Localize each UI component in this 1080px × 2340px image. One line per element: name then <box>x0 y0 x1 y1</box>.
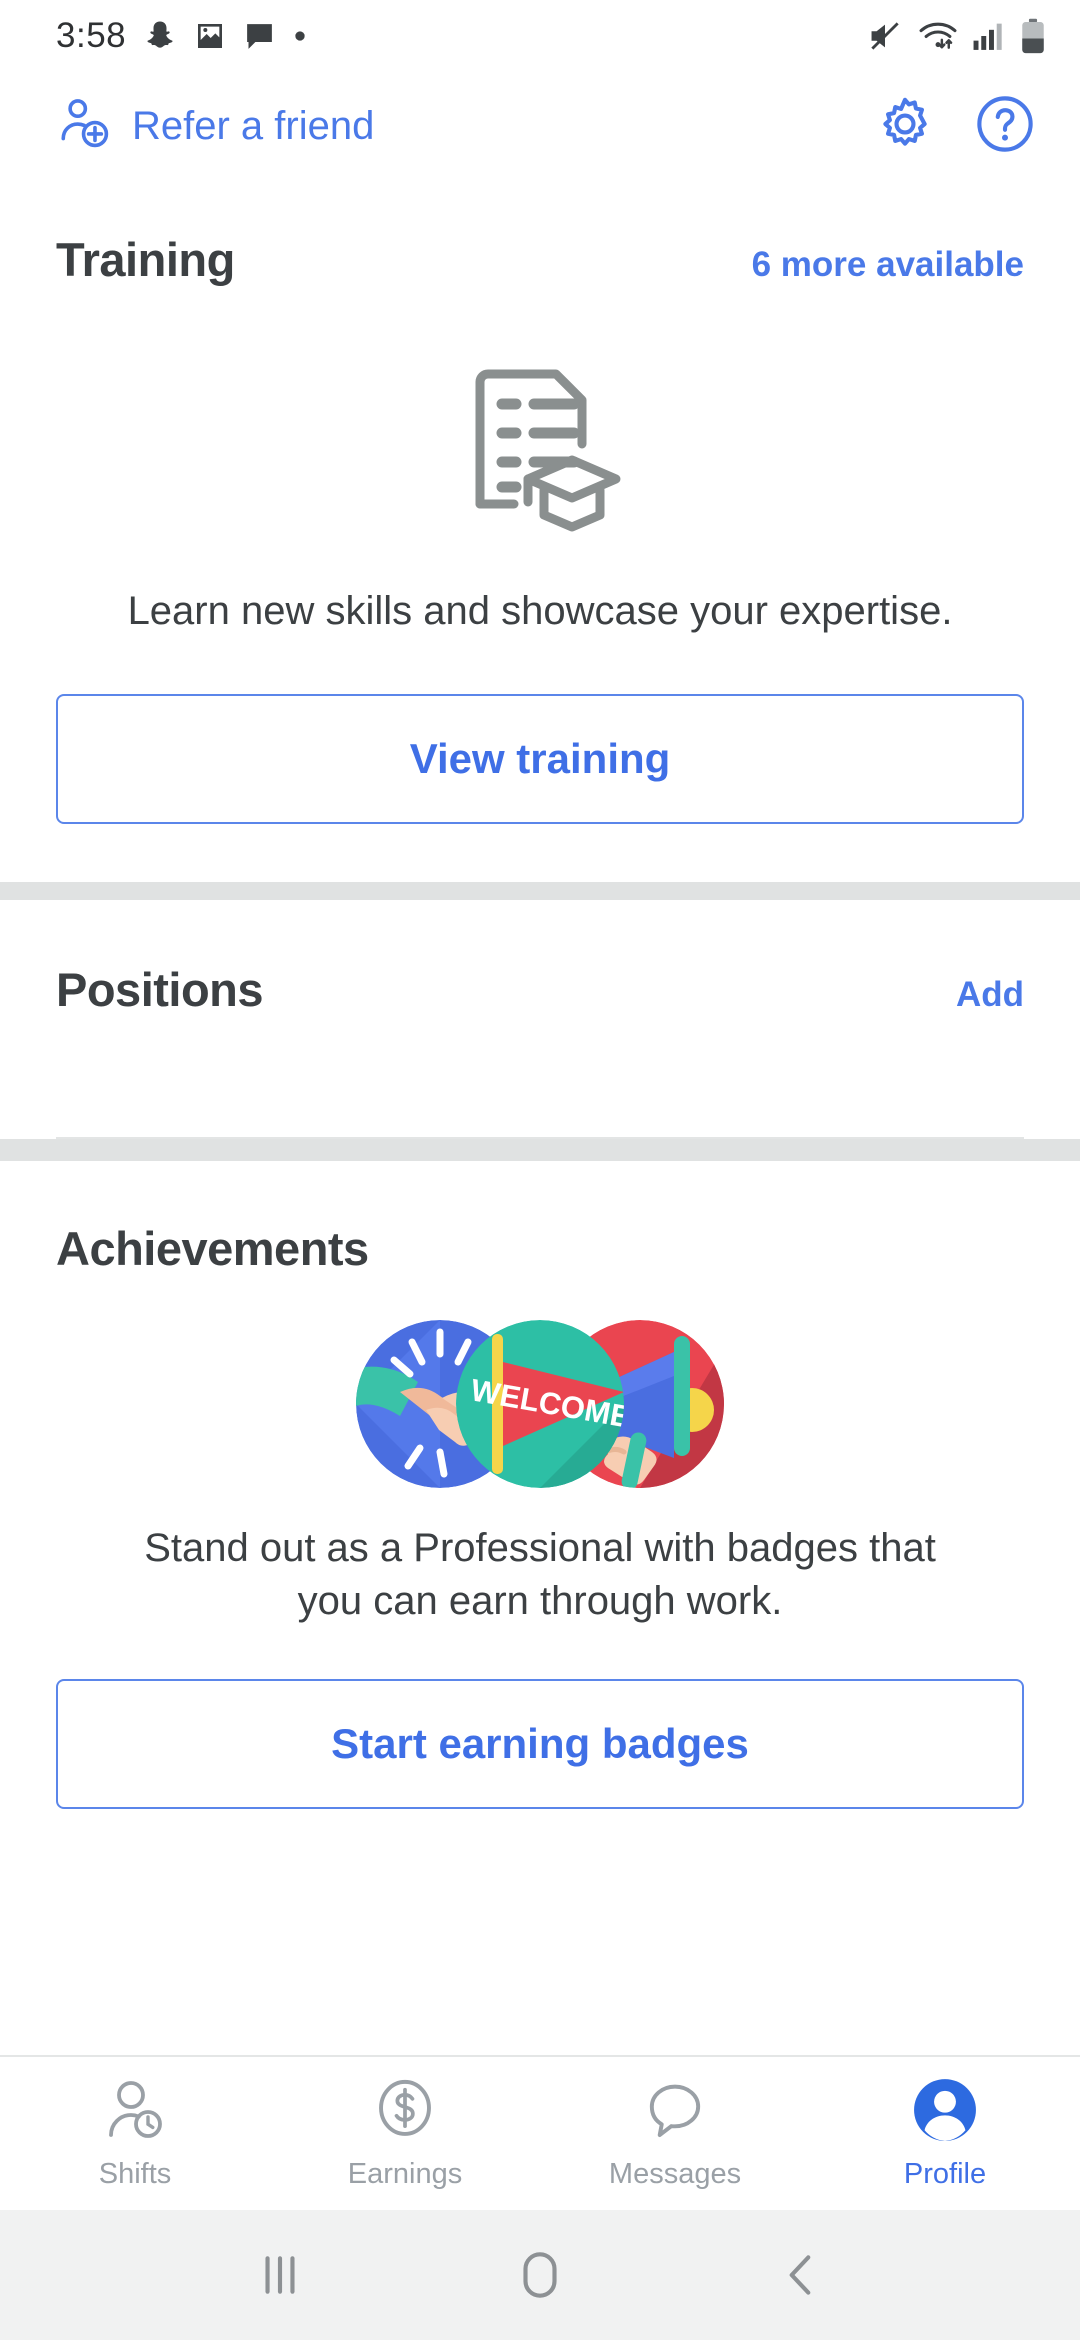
section-divider-training-positions <box>0 881 1080 900</box>
dollar-circle-icon <box>376 2076 434 2144</box>
achievements-header: Achievements <box>0 1161 1080 1276</box>
gear-icon[interactable] <box>874 93 936 160</box>
tab-earnings-label: Earnings <box>347 2158 463 2190</box>
badges-handshake-welcome-megaphone-icon: WELCOME <box>356 1319 724 1488</box>
achievements-description-line2: you can earn through work. <box>297 1578 783 1623</box>
app-screen: 3:58 Refer a friend Training 6 more avai… <box>0 0 1080 2340</box>
view-training-button[interactable]: View training <box>56 693 1024 824</box>
training-title: Training <box>56 233 235 286</box>
app-header: Refer a friend <box>0 72 1080 180</box>
status-bar: 3:58 <box>0 0 1080 72</box>
tab-shifts[interactable]: Shifts <box>0 2057 270 2210</box>
home-icon[interactable] <box>485 2220 595 2330</box>
training-bottom-spacer <box>0 824 1080 882</box>
positions-header: Positions Add <box>0 900 1080 1017</box>
achievements-title: Achievements <box>56 1221 369 1275</box>
dot-icon <box>293 29 307 43</box>
chat-bubble-icon <box>646 2076 704 2144</box>
achievements-description: Stand out as a Professional with badges … <box>0 1522 1080 1628</box>
positions-title: Positions <box>56 962 264 1016</box>
content-flex-spacer <box>0 1809 1080 2055</box>
training-description: Learn new skills and showcase your exper… <box>127 589 953 633</box>
photo-icon <box>194 20 226 52</box>
wifi-icon <box>918 18 958 54</box>
battery-icon <box>1020 18 1046 54</box>
snapchat-icon <box>143 19 177 53</box>
mute-icon <box>866 17 904 55</box>
positions-add-link[interactable]: Add <box>956 975 1024 1015</box>
section-divider-positions-achievements <box>0 1138 1080 1161</box>
app-header-actions <box>874 93 1036 160</box>
refer-a-friend-button[interactable]: Refer a friend <box>56 95 374 158</box>
training-illustration <box>0 329 1080 559</box>
android-system-nav <box>0 2210 1080 2340</box>
tab-messages[interactable]: Messages <box>540 2057 810 2210</box>
achievements-illustration: WELCOME <box>0 1304 1080 1504</box>
training-header: Training 6 more available <box>0 180 1080 287</box>
bottom-tab-bar: Shifts Earnings Messages Profile <box>0 2055 1080 2210</box>
help-circle-icon[interactable] <box>974 93 1036 160</box>
document-graduation-cap-icon <box>475 369 621 532</box>
person-clock-icon <box>105 2076 165 2144</box>
achievements-description-line1: Stand out as a Professional with badges … <box>144 1525 936 1570</box>
person-filled-icon <box>912 2076 978 2144</box>
tab-profile-label: Profile <box>903 2158 987 2190</box>
status-bar-clock: 3:58 <box>56 16 127 55</box>
status-bar-right <box>866 17 1046 55</box>
tab-earnings[interactable]: Earnings <box>270 2057 540 2210</box>
cellular-signal-icon <box>972 19 1006 53</box>
training-more-available-link[interactable]: 6 more available <box>752 245 1024 285</box>
back-icon[interactable] <box>745 2220 855 2330</box>
refer-a-friend-label: Refer a friend <box>132 103 375 148</box>
status-bar-left: 3:58 <box>56 16 307 56</box>
recents-icon[interactable] <box>225 2220 335 2330</box>
start-earning-badges-button[interactable]: Start earning badges <box>56 1679 1024 1810</box>
tab-shifts-label: Shifts <box>98 2158 172 2190</box>
tab-profile[interactable]: Profile <box>810 2057 1080 2210</box>
training-section: Training 6 more available Learn new skil… <box>0 180 1080 882</box>
person-add-icon <box>56 95 114 158</box>
tab-messages-label: Messages <box>608 2158 742 2190</box>
positions-section: Positions Add <box>0 899 1080 1139</box>
message-icon <box>243 20 276 53</box>
achievements-section: Achievements WELCOME Stand out as a Prof… <box>0 1160 1080 1810</box>
positions-empty-body <box>0 1017 1080 1137</box>
